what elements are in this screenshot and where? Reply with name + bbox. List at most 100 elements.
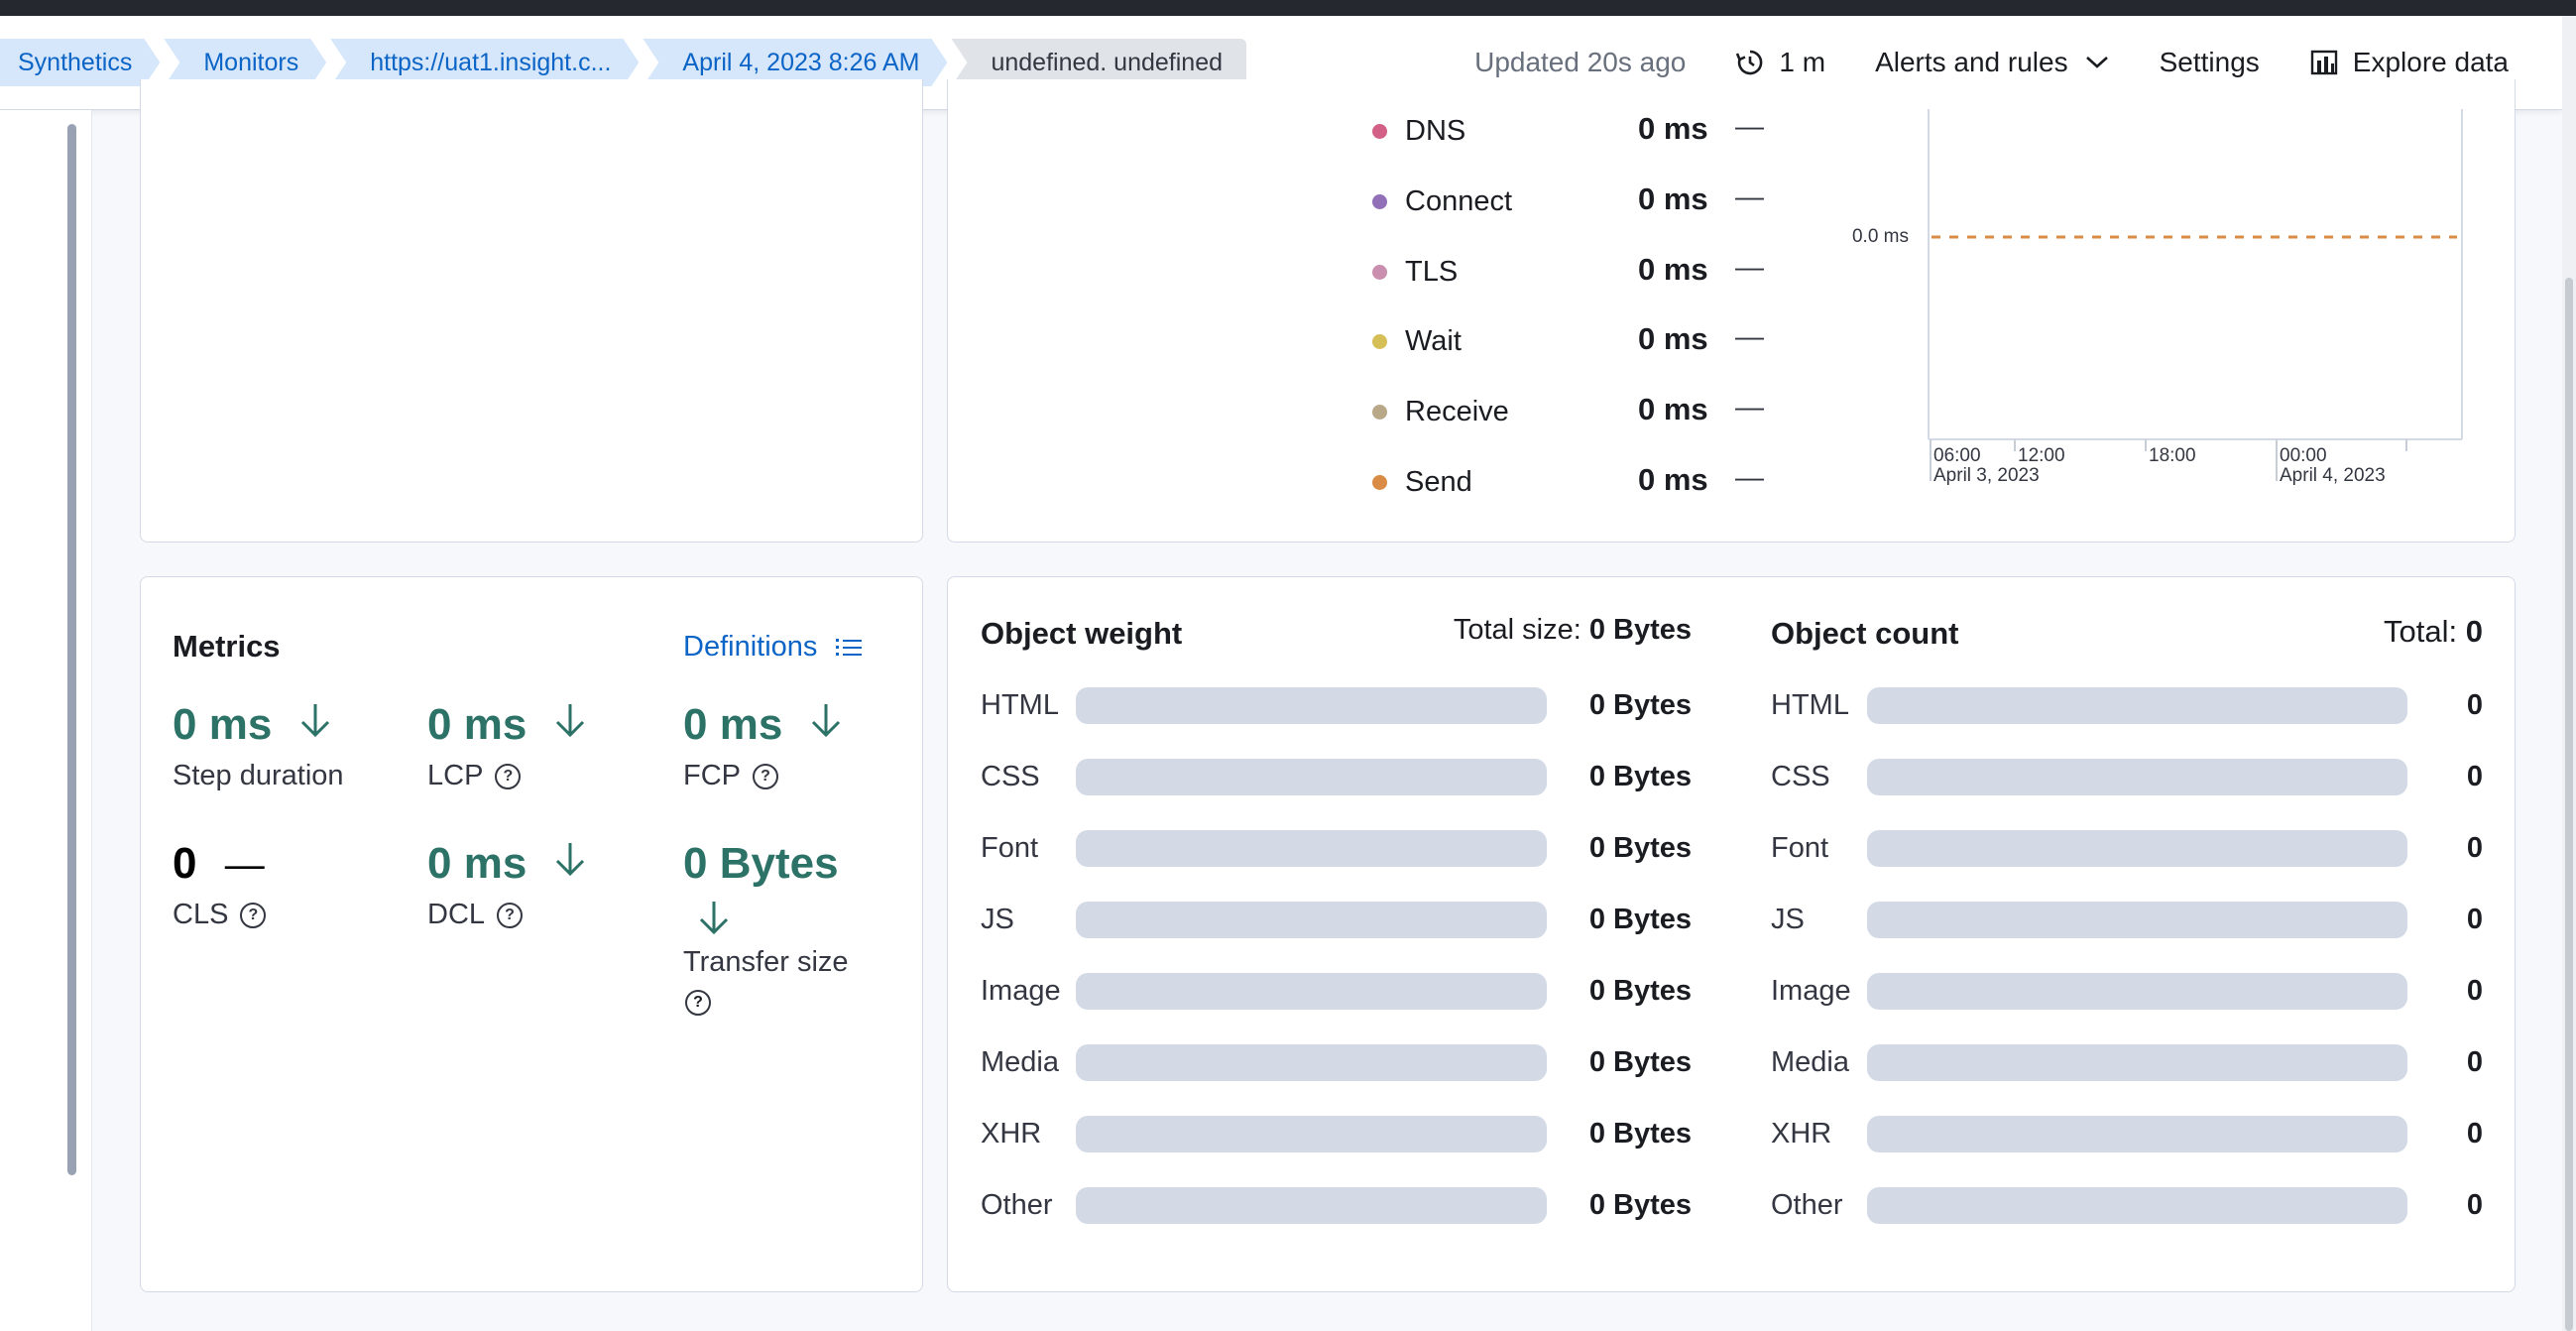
x-tick-label: 06:00 — [1933, 445, 1981, 466]
arrow-down-icon — [300, 704, 329, 738]
alerts-and-rules-label: Alerts and rules — [1875, 47, 2068, 77]
help-icon[interactable]: ? — [753, 763, 778, 789]
count-bar — [1867, 759, 2407, 795]
count-bar — [1867, 687, 2407, 724]
x-tick-label: 12:00 — [2018, 445, 2065, 466]
count-row-value: 0 — [2466, 1189, 2483, 1221]
timing-row: Receive — [1372, 392, 1509, 431]
count-row-label: XHR — [1771, 1118, 1832, 1150]
step-duration-label: Step duration — [173, 760, 344, 791]
weight-row-label: XHR — [981, 1118, 1042, 1150]
help-icon[interactable]: ? — [240, 902, 267, 928]
timing-value: 0 ms — [1638, 392, 1708, 426]
breadcrumb-synthetics[interactable]: Synthetics — [0, 39, 160, 86]
weight-bar — [1076, 1116, 1547, 1152]
dcl-value: 0 ms — [427, 839, 587, 889]
timing-value: 0 ms — [1638, 462, 1708, 497]
object-count-total: Total: 0 — [2384, 614, 2483, 649]
timing-trend-chart: 0.0 ms 06:00April 3, 202312:00 18:00 00:00… — [1852, 109, 2463, 486]
timing-trend: — — [1735, 462, 1764, 494]
explore-data-button[interactable]: Explore data — [2309, 47, 2509, 78]
timing-row: Connect — [1372, 182, 1512, 221]
weight-row-value: 0 Bytes — [1588, 1046, 1692, 1078]
weight-row-label: JS — [981, 904, 1014, 935]
fcp-label: FCP? — [683, 760, 778, 792]
definitions-link[interactable]: Definitions — [683, 631, 863, 664]
explore-data-label: Explore data — [2352, 47, 2509, 77]
weight-row-value: 0 Bytes — [1588, 904, 1692, 935]
weight-bar — [1076, 687, 1547, 724]
alerts-and-rules-menu[interactable]: Alerts and rules — [1875, 47, 2110, 78]
metrics-title: Metrics — [173, 629, 281, 664]
cls-label: CLS? — [173, 899, 267, 931]
count-row-label: HTML — [1771, 689, 1849, 721]
count-row-value: 0 — [2466, 689, 2483, 721]
timing-label: DNS — [1405, 114, 1466, 147]
weight-row-value: 0 Bytes — [1588, 975, 1692, 1007]
definitions-label: Definitions — [683, 631, 818, 663]
object-weight-title: Object weight — [981, 616, 1183, 651]
count-row-value: 0 — [2466, 1046, 2483, 1078]
weight-row-label: CSS — [981, 761, 1040, 792]
x-tick-label: 18:00 — [2149, 445, 2196, 466]
count-row-value: 0 — [2466, 761, 2483, 792]
timing-value: 0 ms — [1638, 321, 1708, 356]
count-bar — [1867, 1187, 2407, 1224]
timing-value: 0 ms — [1638, 111, 1708, 146]
arrow-down-icon — [699, 902, 729, 935]
left-sidebar — [0, 110, 92, 1331]
count-row-label: Font — [1771, 832, 1829, 864]
x-tick-sublabel: April 4, 2023 — [2280, 465, 2386, 486]
refresh-interval-label: 1 m — [1779, 47, 1826, 77]
weight-bar — [1076, 902, 1547, 938]
timing-row: Wait — [1372, 321, 1462, 361]
count-row-value: 0 — [2466, 832, 2483, 864]
settings-link[interactable]: Settings — [2160, 47, 2260, 78]
weight-row-label: HTML — [981, 689, 1059, 721]
x-tick-sublabel: April 3, 2023 — [1933, 465, 2040, 486]
timing-color-dot — [1372, 123, 1387, 139]
count-bar — [1867, 830, 2407, 867]
timing-color-dot — [1372, 333, 1387, 349]
help-icon[interactable]: ? — [497, 902, 524, 928]
timing-label: Receive — [1405, 395, 1509, 427]
timing-trend: — — [1735, 182, 1764, 213]
timing-color-dot — [1372, 474, 1387, 490]
count-bar — [1867, 902, 2407, 938]
count-row-value: 0 — [2466, 1118, 2483, 1150]
weight-row-label: Media — [981, 1046, 1059, 1078]
transfer-size-value: 0 Bytes — [683, 839, 839, 888]
timing-row: DNS — [1372, 111, 1465, 151]
refresh-interval-button[interactable]: 1 m — [1735, 47, 1825, 78]
x-tick-label: 00:00 — [2280, 445, 2327, 466]
weight-row-label: Font — [981, 832, 1039, 864]
help-icon[interactable]: ? — [495, 763, 522, 789]
weight-row-label: Other — [981, 1189, 1053, 1221]
page-scrollbar-thumb[interactable] — [2565, 278, 2573, 1331]
timing-label: Connect — [1405, 184, 1513, 217]
cls-value: 0 — — [173, 839, 265, 888]
arrow-down-icon — [555, 843, 584, 877]
step-screenshot-panel — [140, 79, 923, 543]
updated-status: Updated 20s ago — [1474, 47, 1687, 77]
weight-row-value: 0 Bytes — [1588, 689, 1692, 721]
chevron-down-icon — [2085, 57, 2108, 68]
timing-trend: — — [1735, 321, 1764, 353]
sidebar-scrollbar[interactable] — [67, 124, 76, 1175]
count-row-label: Other — [1771, 1189, 1843, 1221]
chart-x-axis: 06:00April 3, 202312:00 18:00 00:00April 4… — [1930, 439, 2407, 486]
object-count-title: Object count — [1771, 616, 1959, 651]
weight-row-value: 0 Bytes — [1588, 1118, 1692, 1150]
timing-trend: — — [1735, 392, 1764, 424]
transfer-size-label: Transfer size — [683, 946, 849, 978]
weight-row-label: Image — [981, 975, 1061, 1007]
y-tick-label: 0.0 ms — [1852, 226, 1909, 247]
weight-bar — [1076, 1187, 1547, 1224]
cls-trend: — — [224, 843, 265, 887]
help-icon[interactable]: ? — [685, 990, 711, 1016]
weight-row-value: 0 Bytes — [1588, 761, 1692, 792]
count-row-label: JS — [1771, 904, 1805, 935]
weight-bar — [1076, 759, 1547, 795]
metrics-panel — [140, 576, 923, 1292]
timing-color-dot — [1372, 193, 1387, 209]
